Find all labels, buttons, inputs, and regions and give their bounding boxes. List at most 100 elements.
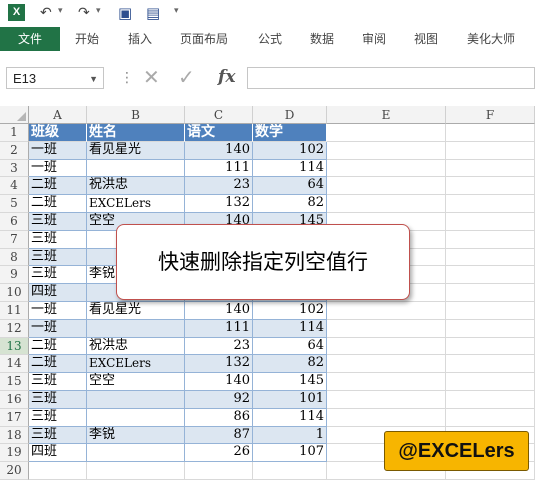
cell-a9[interactable]: 三班 <box>29 266 87 285</box>
row-header-7[interactable]: 7 <box>0 230 29 249</box>
cell-f1[interactable] <box>446 124 535 142</box>
cell-c13[interactable]: 23 <box>185 337 253 356</box>
cell-d2[interactable]: 102 <box>253 141 327 160</box>
cell-d20[interactable] <box>253 462 327 480</box>
cell-b17[interactable] <box>87 408 185 427</box>
cell-d11[interactable]: 102 <box>253 302 327 320</box>
cell-a13[interactable]: 二班 <box>29 337 87 356</box>
column-header-e[interactable]: E <box>327 106 446 124</box>
tab-data[interactable]: 数据 <box>310 27 334 51</box>
cell-a20[interactable] <box>29 462 87 480</box>
cell-a18[interactable]: 三班 <box>29 426 87 445</box>
row-header-10[interactable]: 10 <box>0 284 29 302</box>
row-header-16[interactable]: 16 <box>0 391 29 409</box>
column-header-f[interactable]: F <box>446 106 535 124</box>
row-header-15[interactable]: 15 <box>0 373 29 391</box>
redo-icon[interactable]: ↷ <box>78 4 90 22</box>
cell-b14[interactable]: EXCELers <box>87 355 185 374</box>
row-header-1[interactable]: 1 <box>0 124 29 142</box>
column-header-c[interactable]: C <box>185 106 253 124</box>
row-header-12[interactable]: 12 <box>0 319 29 338</box>
cell-b13[interactable]: 祝洪忠 <box>87 337 185 356</box>
cell-f11[interactable] <box>446 302 535 320</box>
cell-e3[interactable] <box>327 159 446 178</box>
cell-e14[interactable] <box>327 355 446 374</box>
cell-a2[interactable]: 一班 <box>29 141 87 160</box>
tab-view[interactable]: 视图 <box>414 27 438 51</box>
cell-b3[interactable] <box>87 159 185 178</box>
cell-b2[interactable]: 看见星光 <box>87 141 185 160</box>
cell-a11[interactable]: 一班 <box>29 302 87 320</box>
cancel-icon[interactable]: ✕ <box>143 65 160 89</box>
row-header-19[interactable]: 19 <box>0 444 29 463</box>
cell-a3[interactable]: 一班 <box>29 159 87 178</box>
cell-f6[interactable] <box>446 213 535 231</box>
cell-f16[interactable] <box>446 391 535 409</box>
cell-f2[interactable] <box>446 141 535 160</box>
tab-beautify-master[interactable]: 美化大师 <box>467 27 515 51</box>
cell-e11[interactable] <box>327 302 446 320</box>
tab-review[interactable]: 审阅 <box>362 27 386 51</box>
cell-a14[interactable]: 二班 <box>29 355 87 374</box>
column-header-a[interactable]: A <box>29 106 87 124</box>
redo-dropdown-icon[interactable]: ▾ <box>96 6 101 16</box>
column-header-b[interactable]: B <box>87 106 185 124</box>
cell-b4[interactable]: 祝洪忠 <box>87 177 185 196</box>
cell-c20[interactable] <box>185 462 253 480</box>
cell-d18[interactable]: 1 <box>253 426 327 445</box>
cell-d12[interactable]: 114 <box>253 319 327 338</box>
cell-d4[interactable]: 64 <box>253 177 327 196</box>
cell-f12[interactable] <box>446 319 535 338</box>
cell-c4[interactable]: 23 <box>185 177 253 196</box>
cell-d14[interactable]: 82 <box>253 355 327 374</box>
cell-c14[interactable]: 132 <box>185 355 253 374</box>
cell-c12[interactable]: 111 <box>185 319 253 338</box>
cell-b18[interactable]: 李锐 <box>87 426 185 445</box>
cell-e2[interactable] <box>327 141 446 160</box>
cell-e1[interactable] <box>327 124 446 142</box>
cell-e5[interactable] <box>327 195 446 213</box>
cell-f9[interactable] <box>446 266 535 285</box>
row-header-13[interactable]: 13 <box>0 337 29 356</box>
row-header-18[interactable]: 18 <box>0 426 29 445</box>
row-header-3[interactable]: 3 <box>0 159 29 178</box>
cell-e12[interactable] <box>327 319 446 338</box>
save-icon[interactable]: ▣ <box>118 4 132 22</box>
cell-c3[interactable]: 111 <box>185 159 253 178</box>
cell-e13[interactable] <box>327 337 446 356</box>
cell-c5[interactable]: 132 <box>185 195 253 213</box>
cell-f15[interactable] <box>446 373 535 391</box>
customize-toolbar-icon[interactable]: ▾ <box>174 6 179 16</box>
cell-e17[interactable] <box>327 408 446 427</box>
tab-page-layout[interactable]: 页面布局 <box>180 27 228 51</box>
cell-b20[interactable] <box>87 462 185 480</box>
cell-a17[interactable]: 三班 <box>29 408 87 427</box>
cell-b19[interactable] <box>87 444 185 463</box>
cell-a12[interactable]: 一班 <box>29 319 87 338</box>
cell-b16[interactable] <box>87 391 185 409</box>
cell-a8[interactable]: 三班 <box>29 248 87 267</box>
cell-c18[interactable]: 87 <box>185 426 253 445</box>
row-header-20[interactable]: 20 <box>0 462 29 480</box>
tab-formulas[interactable]: 公式 <box>258 27 282 51</box>
cell-f14[interactable] <box>446 355 535 374</box>
insert-function-button[interactable]: fx <box>218 67 235 87</box>
cell-e16[interactable] <box>327 391 446 409</box>
cell-f8[interactable] <box>446 248 535 267</box>
select-all-button[interactable] <box>0 106 29 124</box>
cell-a15[interactable]: 三班 <box>29 373 87 391</box>
row-header-11[interactable]: 11 <box>0 302 29 320</box>
cell-d13[interactable]: 64 <box>253 337 327 356</box>
cell-a16[interactable]: 三班 <box>29 391 87 409</box>
cell-f10[interactable] <box>446 284 535 302</box>
tab-file[interactable]: 文件 <box>0 27 60 51</box>
enter-icon[interactable]: ✓ <box>178 65 195 89</box>
cell-d19[interactable]: 107 <box>253 444 327 463</box>
cell-c15[interactable]: 140 <box>185 373 253 391</box>
tab-insert[interactable]: 插入 <box>128 27 152 51</box>
cell-a7[interactable]: 三班 <box>29 230 87 249</box>
cell-a19[interactable]: 四班 <box>29 444 87 463</box>
cell-f5[interactable] <box>446 195 535 213</box>
cell-c19[interactable]: 26 <box>185 444 253 463</box>
formula-input[interactable] <box>247 67 535 89</box>
